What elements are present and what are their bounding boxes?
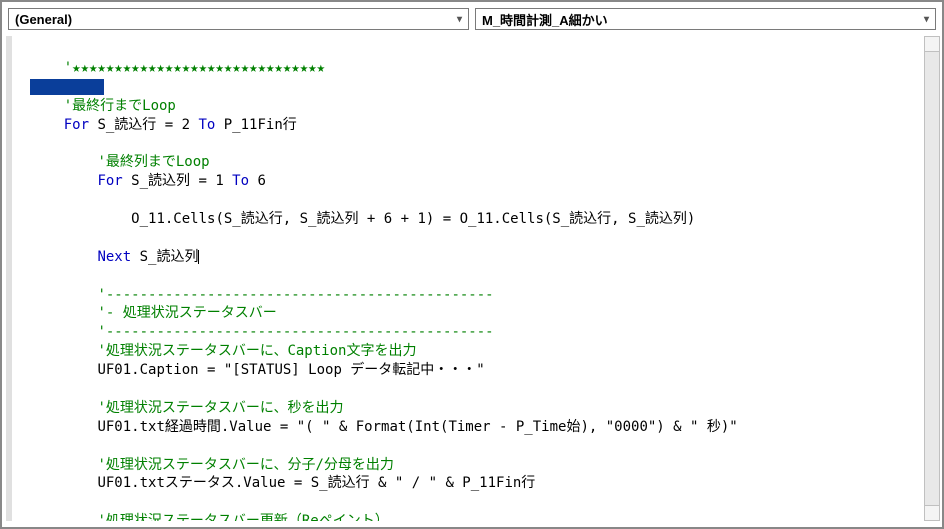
chevron-down-icon: ▾ [457,14,462,25]
code-line: '処理状況ステータスバーに、秒を出力 [30,400,343,416]
object-dropdown-value: (General) [15,12,72,27]
code-line: UF01.txtステータス.Value = S_読込行 & " / " & P_… [30,475,535,491]
text-caret [198,250,199,264]
code-line: Next S_読込列 [30,249,199,265]
code-line: UF01.Caption = "[STATUS] Loop データ転記中・・・" [30,362,485,378]
procedure-dropdown-value: M_時間計測_A細かい [482,10,608,29]
object-dropdown[interactable]: (General) ▾ [8,8,469,30]
code-line: '処理状況ステータスバー更新（Reペイント） [30,513,389,521]
code-line: '最終行までLoop [30,98,176,114]
code-line: UF01.txt経過時間.Value = "( " & Format(Int(T… [30,419,738,435]
code-line: '処理状況ステータスバーに、分子/分母を出力 [30,457,394,473]
code-line: O_11.Cells(S_読込行, S_読込列 + 6 + 1) = O_11.… [30,211,695,227]
code-line: '★★★★★★★★★★★★★★★★★★★★★★★★★★★★★★ [30,60,325,76]
code-line [30,79,104,95]
vertical-scrollbar[interactable] [924,36,940,521]
code-line: '---------------------------------------… [30,324,494,340]
code-line: '処理状況ステータスバーに、Caption文字を出力 [30,343,416,359]
chevron-down-icon: ▾ [924,14,929,25]
vba-code-window: (General) ▾ M_時間計測_A細かい ▾ '★★★★★★★★★★★★★… [0,0,944,529]
code-line: For S_読込行 = 2 To P_11Fin行 [30,117,297,133]
code-line: '- 処理状況ステータスバー [30,305,277,321]
code-line: '最終列までLoop [30,154,210,170]
procedure-dropdown[interactable]: M_時間計測_A細かい ▾ [475,8,936,30]
code-line: For S_読込列 = 1 To 6 [30,173,266,189]
code-pane[interactable]: '★★★★★★★★★★★★★★★★★★★★★★★★★★★★★★ '最終行までLo… [6,36,938,521]
selection-highlight [30,79,104,95]
code-line: '---------------------------------------… [30,287,494,303]
dropdown-bar: (General) ▾ M_時間計測_A細かい ▾ [6,6,938,36]
